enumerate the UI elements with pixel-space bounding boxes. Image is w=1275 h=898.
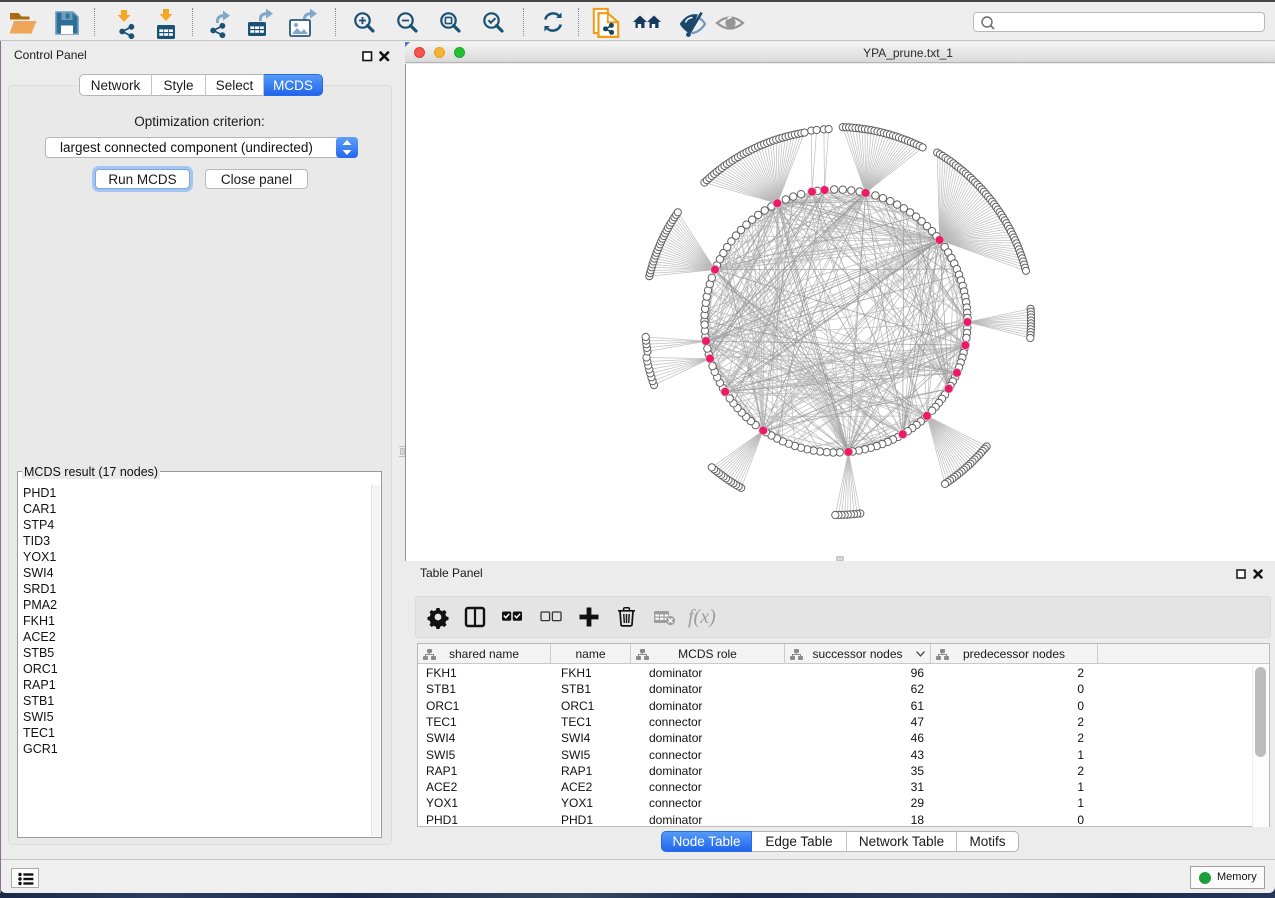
svg-text:f(x): f(x) <box>688 606 716 628</box>
